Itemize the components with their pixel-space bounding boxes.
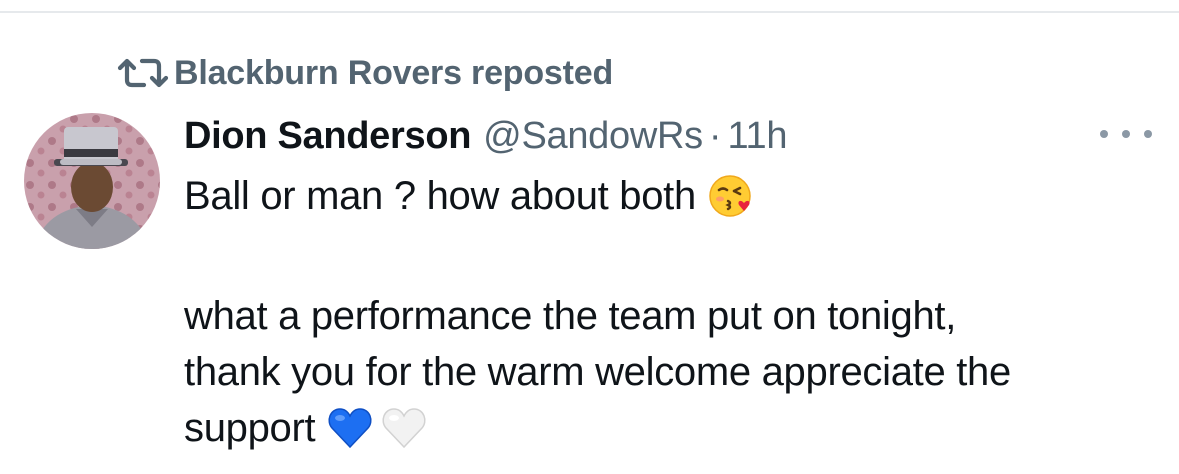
more-dot [1122,130,1130,138]
repost-icon [116,54,174,92]
top-divider [0,11,1179,13]
more-dot [1100,130,1108,138]
timestamp[interactable]: 11h [727,115,787,158]
tweet-text-line-4: support [184,406,316,450]
tweet-body: Ball or man ? how about both what a perf… [184,168,1164,456]
tweet-text-line-3: thank you for the warm welcome appreciat… [184,350,1011,394]
tweet-header: Dion Sanderson @SandowRs · 11h [184,108,787,164]
avatar[interactable] [24,113,160,249]
tweet-text-line-1: Ball or man ? how about both [184,174,696,218]
handle[interactable]: @SandowRs [483,115,703,158]
repost-context[interactable]: Blackburn Rovers reposted [116,50,613,96]
more-options-icon[interactable] [1100,122,1152,146]
blue-heart-emoji [327,406,373,450]
tweet-text-line-2: what a performance the team put on tonig… [184,294,957,338]
repost-label: Blackburn Rovers reposted [174,53,614,92]
tweet-line: Ball or man ? how about both [184,168,1164,224]
tweet-line: thank you for the warm welcome appreciat… [184,344,1164,400]
display-name[interactable]: Dion Sanderson [184,115,471,158]
tweet-line: support [184,400,1164,456]
more-dot [1144,130,1152,138]
tweet-line: what a performance the team put on tonig… [184,288,1164,344]
face-blowing-kiss-emoji [708,173,754,219]
separator-dot: · [708,114,722,157]
white-heart-emoji [381,406,427,450]
